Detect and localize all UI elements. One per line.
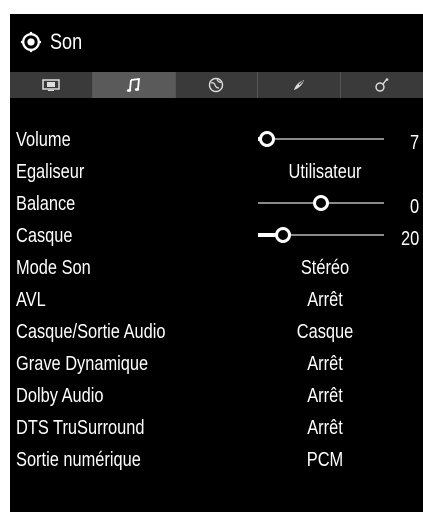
setting-casque[interactable]: Casque 20 [10, 220, 423, 252]
setting-volume[interactable]: Volume 7 [10, 124, 423, 156]
menu-header: Son [10, 14, 423, 70]
tab-sound[interactable] [92, 72, 176, 98]
setting-casque-sortie[interactable]: Casque/Sortie Audio Casque [10, 316, 423, 348]
headphone-volume-slider[interactable] [258, 227, 384, 243]
setting-label: Dolby Audio [16, 385, 104, 407]
setting-dolby-audio[interactable]: Dolby Audio Arrêt [10, 380, 423, 412]
headphone-volume-value: 20 [400, 228, 419, 250]
satellite-icon [294, 80, 305, 90]
balance-slider[interactable] [258, 195, 384, 211]
slider-knob[interactable] [258, 131, 275, 147]
slider-knob[interactable] [313, 195, 329, 211]
setting-egaliseur[interactable]: Egaliseur Utilisateur [10, 156, 423, 188]
menu-tabs [10, 72, 423, 98]
setting-label: Grave Dynamique [16, 353, 149, 375]
setting-dts-trusurround[interactable]: DTS TruSurround Arrêt [10, 412, 423, 444]
setting-balance[interactable]: Balance 0 [10, 188, 423, 220]
setting-label: Casque [16, 225, 73, 247]
setting-avl[interactable]: AVL Arrêt [10, 284, 423, 316]
setting-value: Arrêt [307, 385, 343, 407]
setting-value: PCM [306, 449, 344, 471]
music-note-icon [126, 77, 140, 92]
sound-menu-panel: Son Volume 7 Egaliseur Utilisateur Balan… [10, 14, 423, 512]
setting-label: Balance [16, 193, 76, 215]
tab-satellite[interactable] [258, 72, 342, 98]
setting-mode-son[interactable]: Mode Son Stéréo [10, 252, 423, 284]
settings-list: Volume 7 Egaliseur Utilisateur Balance 0… [10, 124, 423, 476]
setting-label: Casque/Sortie Audio [16, 321, 166, 343]
setting-sortie-numerique[interactable]: Sortie numérique PCM [10, 444, 423, 476]
setting-grave-dynamique[interactable]: Grave Dynamique Arrêt [10, 348, 423, 380]
tab-settings[interactable] [341, 72, 423, 98]
picture-icon [42, 79, 60, 91]
slider-knob[interactable] [275, 227, 292, 243]
globe-icon [209, 77, 224, 93]
setting-value: Arrêt [307, 289, 343, 311]
gear-icon [20, 31, 42, 53]
setting-label: Sortie numérique [16, 449, 141, 471]
page-title: Son [50, 29, 83, 54]
tab-channels[interactable] [176, 72, 259, 98]
setting-label: DTS TruSurround [16, 417, 145, 439]
tab-picture[interactable] [10, 72, 93, 98]
setting-value: Stéréo [300, 257, 350, 279]
balance-value: 0 [409, 196, 419, 218]
setting-label: AVL [16, 289, 46, 311]
volume-value: 7 [409, 132, 419, 154]
setting-value: Casque [296, 321, 354, 343]
volume-slider[interactable] [258, 131, 384, 147]
setting-value: Arrêt [307, 417, 343, 439]
setting-label: Egaliseur [16, 161, 85, 183]
setting-value: Arrêt [307, 353, 343, 375]
setting-value: Utilisateur [288, 161, 362, 183]
setting-label: Volume [16, 129, 71, 151]
settings-icon [375, 78, 389, 92]
setting-label: Mode Son [16, 257, 91, 279]
